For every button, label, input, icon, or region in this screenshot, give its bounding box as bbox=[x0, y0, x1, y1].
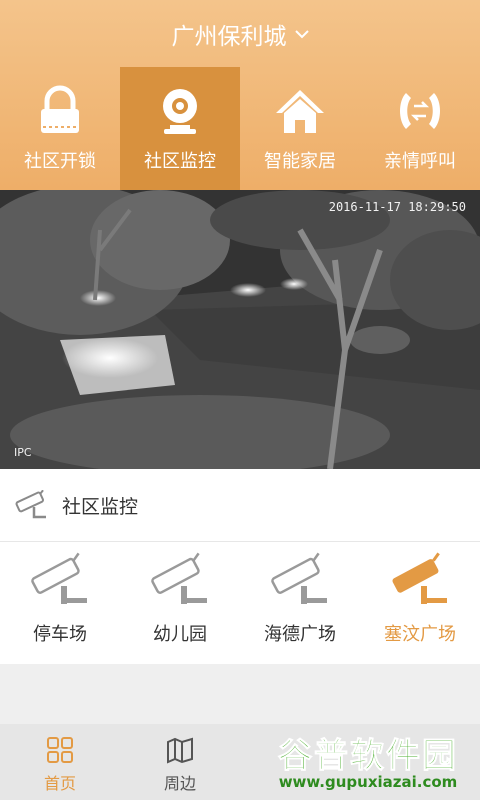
quick-action-label: 社区开锁 bbox=[24, 151, 96, 172]
cctv-camera-icon bbox=[271, 552, 327, 604]
camera-item-kindergarten[interactable]: 幼儿园 bbox=[120, 542, 240, 664]
community-selector[interactable]: 广州保利城 bbox=[0, 0, 480, 68]
quick-actions: 社区开锁 社区监控 智能家居 亲情呼叫 bbox=[0, 67, 480, 190]
watermark: 谷普软件园 www.gupuxiazai.com bbox=[262, 728, 474, 798]
camera-video-feed[interactable]: 2016-11-17 18:29:50 IPC bbox=[0, 190, 480, 469]
tab-label: 首页 bbox=[43, 774, 76, 793]
community-title: 广州保利城 bbox=[171, 24, 287, 50]
quick-action-smart-home[interactable]: 智能家居 bbox=[240, 67, 360, 190]
camera-name: 幼儿园 bbox=[153, 624, 207, 645]
camera-item-haide-plaza[interactable]: 海德广场 bbox=[240, 542, 360, 664]
video-source-label: IPC bbox=[14, 446, 32, 459]
cctv-camera-icon bbox=[151, 552, 207, 604]
chevron-down-icon bbox=[294, 30, 309, 39]
section-header: 社区监控 bbox=[0, 469, 480, 542]
header: 广州保利城 社区开锁 社区监控 智能家居 亲情呼叫 bbox=[0, 0, 480, 190]
quick-action-monitor[interactable]: 社区监控 bbox=[120, 67, 240, 190]
camera-list: 停车场 幼儿园 海德广场 塞汶广场 bbox=[0, 542, 480, 664]
grid-icon bbox=[47, 737, 73, 763]
cctv-camera-icon bbox=[392, 552, 447, 604]
map-icon bbox=[167, 737, 193, 764]
padlock-icon bbox=[41, 85, 79, 133]
camera-name: 海德广场 bbox=[264, 624, 336, 645]
night-park-scene bbox=[0, 190, 480, 469]
camera-item-saiwen-plaza[interactable]: 塞汶广场 bbox=[360, 542, 480, 664]
video-timestamp: 2016-11-17 18:29:50 bbox=[328, 200, 466, 214]
cctv-camera-icon bbox=[15, 490, 46, 519]
watermark-text: 谷普软件园 bbox=[278, 736, 458, 777]
home-icon bbox=[276, 90, 324, 133]
phone-transfer-icon bbox=[400, 93, 440, 129]
quick-action-unlock[interactable]: 社区开锁 bbox=[0, 67, 120, 190]
tab-nearby[interactable]: 周边 bbox=[120, 724, 240, 800]
camera-name: 塞汶广场 bbox=[384, 624, 456, 645]
section-title: 社区监控 bbox=[62, 495, 139, 518]
watermark-url: www.gupuxiazai.com bbox=[278, 773, 458, 791]
camera-name: 停车场 bbox=[33, 624, 87, 645]
cctv-camera-icon bbox=[31, 552, 87, 604]
camera-item-parking[interactable]: 停车场 bbox=[0, 542, 120, 664]
monitor-section: 社区监控 停车场 幼儿园 海德广场 塞汶广场 bbox=[0, 469, 480, 664]
webcam-icon bbox=[163, 89, 197, 134]
tab-label: 周边 bbox=[163, 774, 196, 793]
tab-home[interactable]: 首页 bbox=[0, 724, 120, 800]
quick-action-label: 社区监控 bbox=[144, 151, 216, 172]
quick-action-label: 智能家居 bbox=[264, 151, 336, 172]
quick-action-label: 亲情呼叫 bbox=[384, 151, 456, 172]
quick-action-family-call[interactable]: 亲情呼叫 bbox=[360, 67, 480, 190]
